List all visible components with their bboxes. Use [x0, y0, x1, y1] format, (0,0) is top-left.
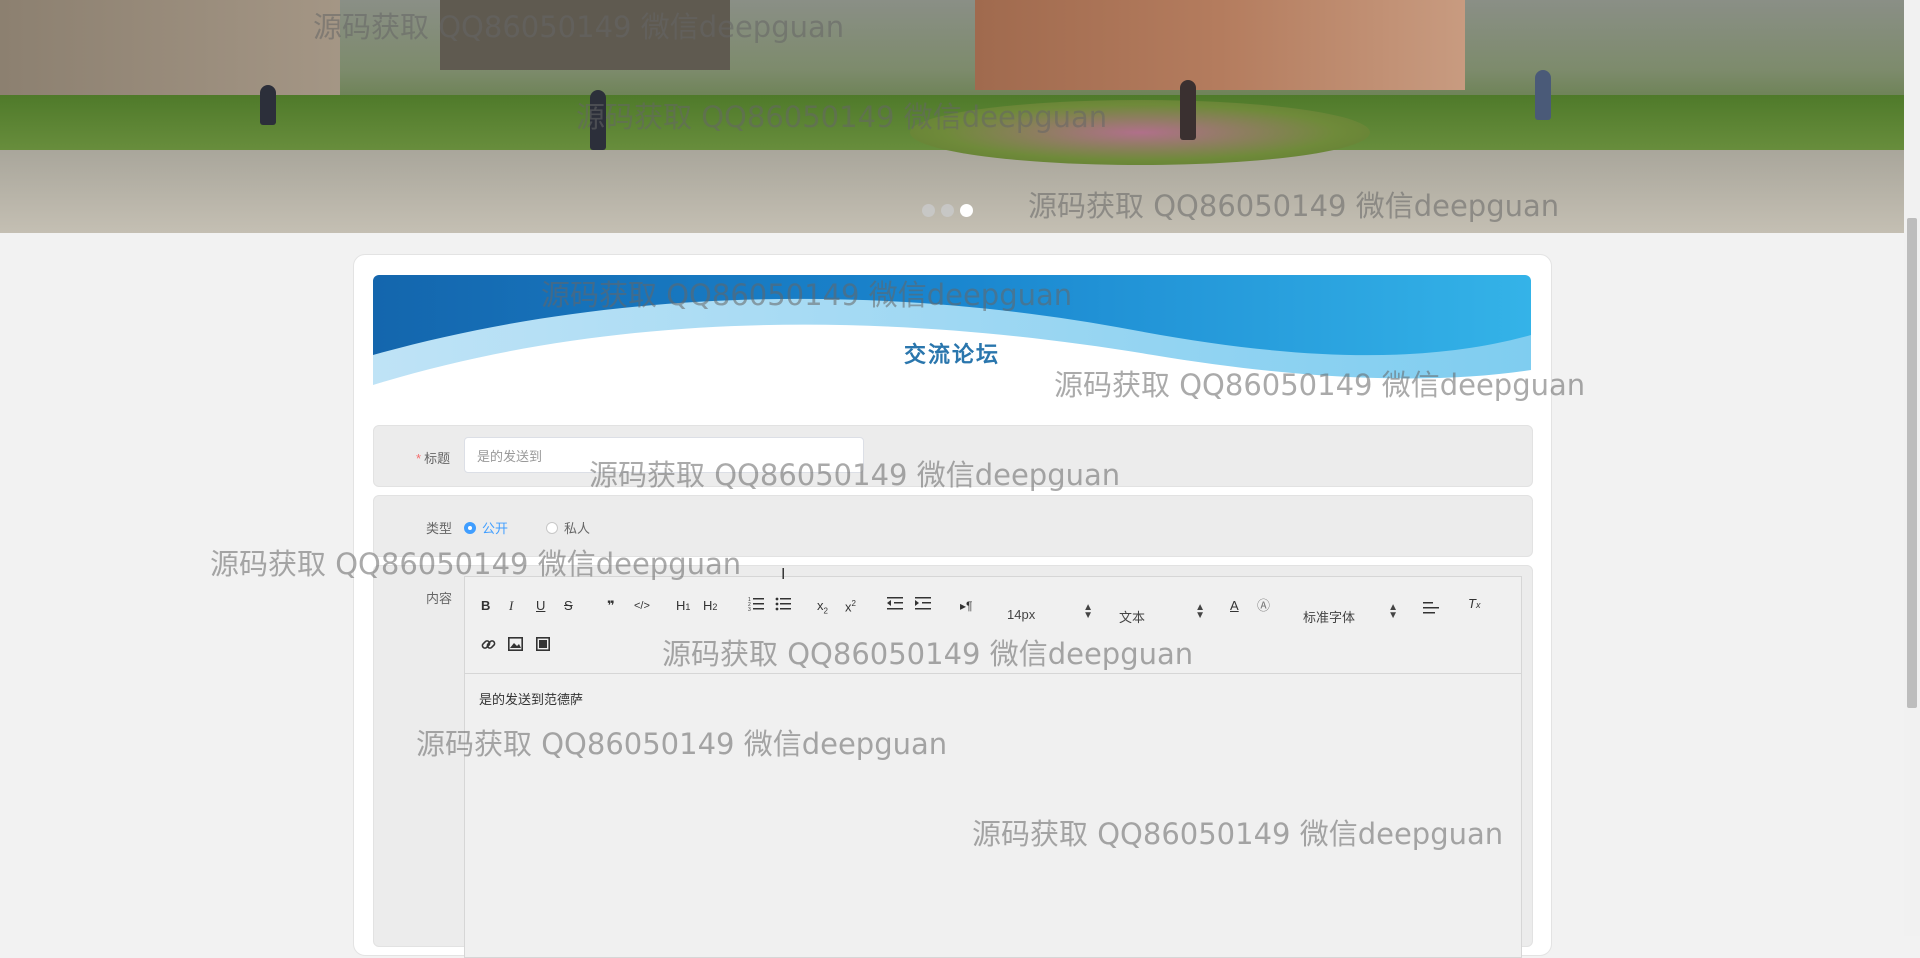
font-family-value: 标准字体	[1303, 610, 1356, 625]
page-title: 交流论坛	[903, 342, 1000, 367]
required-marker: *	[416, 451, 422, 466]
banner-plaza	[0, 150, 1904, 233]
banner-flower-bed	[910, 100, 1370, 165]
select-arrows-icon: ▲ ▼	[1083, 602, 1093, 621]
indent-icon[interactable]	[915, 595, 931, 611]
superscript-icon[interactable]: x2	[845, 596, 856, 615]
radio-public-label: 公开	[482, 521, 509, 536]
hero-banner-carousel[interactable]	[0, 0, 1904, 233]
text-cursor-icon: I	[781, 566, 786, 583]
font-size-select[interactable]: 14px ▲ ▼	[1007, 602, 1093, 623]
banner-building-middle	[440, 0, 730, 70]
banner-building-left	[0, 0, 340, 95]
form-row-title: * 标题	[373, 425, 1533, 487]
carousel-dot[interactable]	[941, 204, 954, 217]
rtl-icon[interactable]: ▸¶	[960, 598, 972, 614]
scrollbar-thumb[interactable]	[1907, 218, 1917, 708]
heading-value: 文本	[1119, 610, 1146, 625]
title-label-text: 标题	[424, 451, 451, 466]
h2-icon[interactable]: H2	[703, 598, 717, 615]
link-icon[interactable]	[481, 637, 496, 652]
banner-building-right	[975, 0, 1465, 90]
bullet-list-icon[interactable]	[775, 595, 791, 611]
blockquote-icon[interactable]: ❞	[607, 598, 615, 614]
image-icon[interactable]	[508, 637, 523, 651]
radio-private-label: 私人	[564, 521, 591, 536]
bold-icon[interactable]: B	[481, 598, 490, 614]
page-scrollbar[interactable]	[1904, 0, 1920, 936]
banner-person	[1535, 70, 1551, 120]
radio-private[interactable]: 私人	[546, 518, 590, 537]
select-arrows-icon: ▲ ▼	[1195, 602, 1205, 621]
form-row-content: 内容 B I U S ❞ </> H1 H2 123 x2 x2 ▸¶ 14px…	[373, 565, 1533, 958]
carousel-indicators	[922, 204, 973, 217]
align-icon[interactable]	[1423, 601, 1439, 615]
code-block-icon[interactable]: </>	[634, 598, 650, 614]
ordered-list-icon[interactable]: 123	[748, 595, 764, 611]
content-label: 内容	[426, 591, 453, 606]
font-size-value: 14px	[1007, 607, 1036, 622]
form-row-type: 类型 公开 私人	[373, 495, 1533, 557]
strikethrough-icon[interactable]: S	[564, 598, 573, 614]
svg-text:3: 3	[748, 607, 751, 611]
h1-icon[interactable]: H1	[676, 598, 690, 615]
type-label: 类型	[426, 521, 453, 536]
rich-text-editor[interactable]: B I U S ❞ </> H1 H2 123 x2 x2 ▸¶ 14px ▲ …	[464, 576, 1522, 958]
underline-icon[interactable]: U	[536, 598, 545, 614]
banner-person	[260, 85, 276, 125]
carousel-dot[interactable]	[922, 204, 935, 217]
heading-select[interactable]: 文本 ▲ ▼	[1119, 602, 1205, 626]
background-color-icon[interactable]: Ⓐ	[1257, 598, 1270, 614]
font-family-select[interactable]: 标准字体 ▲ ▼	[1303, 602, 1398, 626]
select-arrows-icon: ▲ ▼	[1388, 602, 1398, 621]
banner-person	[590, 90, 606, 150]
clear-format-icon[interactable]: Tx	[1468, 596, 1480, 613]
banner-person	[1180, 80, 1196, 140]
radio-public[interactable]: 公开	[464, 518, 508, 537]
radio-circle[interactable]	[546, 521, 558, 534]
video-icon[interactable]	[536, 637, 550, 651]
radio-circle-checked[interactable]	[464, 521, 476, 534]
carousel-dot-active[interactable]	[960, 204, 973, 217]
forum-header-banner: 交流论坛	[373, 275, 1531, 422]
editor-toolbar: B I U S ❞ </> H1 H2 123 x2 x2 ▸¶ 14px ▲ …	[465, 577, 1521, 674]
outdent-icon[interactable]	[887, 595, 903, 611]
italic-icon[interactable]: I	[509, 598, 513, 614]
font-color-icon[interactable]: A	[1230, 598, 1239, 614]
subscript-icon[interactable]: x2	[817, 598, 828, 620]
title-input[interactable]	[464, 437, 864, 473]
editor-content[interactable]: 是的发送到范德萨	[479, 689, 583, 708]
title-label: * 标题	[416, 448, 450, 467]
